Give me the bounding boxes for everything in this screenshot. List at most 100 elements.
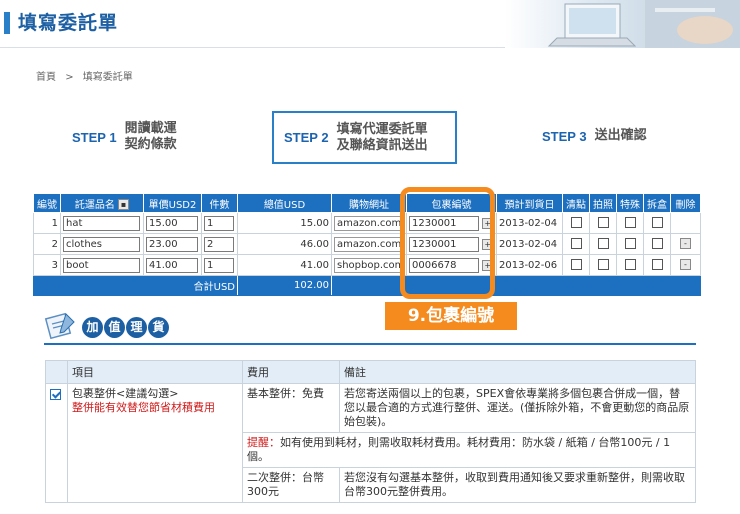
col-header-photo: 拍照	[589, 193, 617, 213]
package-number-highlight	[400, 187, 495, 299]
delete-cell: -	[670, 254, 701, 276]
col-header-unit-price: 單價USD2	[143, 193, 202, 213]
item-name-cell: boot	[60, 254, 144, 276]
services-header-fee: 費用	[242, 360, 340, 384]
value-added-services-table: 項目 費用 備註 包裹整併<建議勾選> 整併能有效替您節省材積費用 基本整併：免…	[45, 360, 696, 503]
unit-price-cell: 23.00	[143, 233, 202, 255]
table-header-row: 編號 託運品名 ▪ 單價USD2 件數 總值USD 購物網址 包裹編號 預計到貨…	[33, 193, 701, 213]
count-checkbox[interactable]	[570, 217, 582, 229]
page-title: 填寫委託單	[18, 12, 119, 34]
services-header-blank	[45, 360, 68, 384]
item-name-input[interactable]: boot	[63, 257, 140, 273]
photo-checkbox[interactable]	[597, 217, 609, 229]
quantity-input[interactable]: 2	[204, 236, 234, 252]
arrival-date-cell: 2013-02-04	[496, 212, 563, 234]
count-cell	[562, 233, 590, 255]
service-reminder: 提醒：如有使用到耗材，則需收取耗材費用。耗材費用：防水袋 / 紙箱 / 台幣10…	[242, 432, 696, 468]
service-item-note: 整併能有效替您節省材積費用	[72, 401, 215, 414]
col-header-item-name: 託運品名 ▪	[60, 193, 144, 213]
service-item-cell: 包裹整併<建議勾選> 整併能有效替您節省材積費用	[67, 383, 243, 503]
total-value-cell: 46.00	[237, 233, 332, 255]
photo-cell	[589, 212, 617, 234]
delete-row-icon[interactable]: -	[680, 238, 691, 250]
table-row: 2 clothes 23.00 2 46.00 amazon.com 12300…	[33, 233, 701, 255]
page-header: 填寫委託單	[0, 0, 740, 48]
count-checkbox[interactable]	[570, 259, 582, 271]
step-3-number: STEP 3	[542, 128, 587, 144]
quantity-input[interactable]: 1	[204, 215, 234, 231]
total-value-cell: 15.00	[237, 212, 332, 234]
value-added-title-char: 貨	[148, 317, 169, 338]
col-header-special: 特殊	[616, 193, 644, 213]
arrival-date-cell: 2013-02-04	[496, 233, 563, 255]
photo-checkbox[interactable]	[597, 259, 609, 271]
service-item-name: 包裹整併<建議勾選>	[72, 387, 179, 400]
total-label: 合計USD	[33, 275, 238, 296]
service-remark-second: 若您沒有勾選基本整併，收取到費用通知後又要求重新整併，則需收取台幣300元整併費…	[339, 467, 696, 503]
step-2-line1: 填寫代運委託單	[336, 121, 428, 137]
col-header-delete: 刪除	[670, 193, 701, 213]
special-checkbox[interactable]	[624, 238, 636, 250]
quantity-cell: 2	[201, 233, 238, 255]
step-3-line1: 送出確認	[594, 128, 647, 143]
shipment-items-table: 編號 託運品名 ▪ 單價USD2 件數 總值USD 購物網址 包裹編號 預計到貨…	[33, 193, 701, 296]
photo-checkbox[interactable]	[597, 238, 609, 250]
services-header-item: 項目	[67, 360, 243, 384]
unit-price-cell: 41.00	[143, 254, 202, 276]
consolidate-checkbox[interactable]	[50, 388, 61, 400]
unbox-checkbox[interactable]	[651, 238, 663, 250]
services-header-remark: 備註	[339, 360, 696, 384]
special-checkbox[interactable]	[624, 217, 636, 229]
add-item-icon[interactable]: ▪	[118, 199, 130, 210]
step-1: STEP 1 閱讀載運 契約條款	[72, 121, 177, 153]
service-row: 包裹整併<建議勾選> 整併能有效替您節省材積費用 基本整併：免費 若您寄送兩個以…	[45, 383, 696, 503]
col-header-unbox: 拆盒	[643, 193, 671, 213]
shop-url-input[interactable]: shopbop.com	[334, 257, 403, 273]
services-header-row: 項目 費用 備註	[45, 360, 696, 384]
unit-price-input[interactable]: 23.00	[146, 236, 198, 252]
row-number: 3	[33, 254, 61, 276]
shop-url-input[interactable]: amazon.com	[334, 215, 403, 231]
shop-url-cell: shopbop.com	[331, 254, 407, 276]
unbox-cell	[643, 212, 671, 234]
step-2-number: STEP 2	[284, 130, 329, 145]
special-checkbox[interactable]	[624, 259, 636, 271]
unit-price-input[interactable]: 41.00	[146, 257, 198, 273]
quantity-cell: 1	[201, 254, 238, 276]
unbox-checkbox[interactable]	[651, 217, 663, 229]
photo-cell	[589, 233, 617, 255]
item-name-cell: clothes	[60, 233, 144, 255]
shop-url-input[interactable]: amazon.com	[334, 236, 403, 252]
unit-price-input[interactable]: 15.00	[146, 215, 198, 231]
step-2-description: 填寫代運委託單 及聯絡資訊送出	[337, 122, 428, 154]
breadcrumb: 首頁 > 填寫委託單	[36, 68, 139, 83]
shop-url-cell: amazon.com	[331, 233, 407, 255]
item-name-cell: hat	[60, 212, 144, 234]
breadcrumb-home[interactable]: 首頁	[36, 72, 56, 83]
document-icon	[44, 310, 78, 343]
item-name-input[interactable]: hat	[63, 215, 140, 231]
row-number: 2	[33, 233, 61, 255]
service-checkbox-cell	[45, 383, 68, 503]
table-row: 1 hat 15.00 1 15.00 amazon.com 1230001 +…	[33, 212, 701, 234]
special-cell	[616, 254, 644, 276]
unit-price-cell: 15.00	[143, 212, 202, 234]
delete-row-icon[interactable]: -	[680, 259, 691, 271]
col-header-quantity: 件數	[201, 193, 238, 213]
unbox-checkbox[interactable]	[651, 259, 663, 271]
step-2-current: STEP 2 填寫代運委託單 及聯絡資訊送出	[272, 111, 457, 164]
arrival-date-cell: 2013-02-06	[496, 254, 563, 276]
breadcrumb-current: 填寫委託單	[82, 72, 133, 83]
breadcrumb-separator: >	[65, 72, 74, 83]
section-divider	[44, 343, 696, 345]
col-header-shop-url: 購物網址	[331, 193, 407, 213]
quantity-input[interactable]: 1	[204, 257, 234, 273]
count-checkbox[interactable]	[570, 238, 582, 250]
delete-cell: -	[670, 233, 701, 255]
item-name-input[interactable]: clothes	[63, 236, 140, 252]
table-total-row: 合計USD 102.00	[33, 275, 701, 296]
reminder-text: 如有使用到耗材，則需收取耗材費用。耗材費用：防水袋 / 紙箱 / 台幣100元 …	[247, 436, 671, 463]
unbox-cell	[643, 254, 671, 276]
step-3: STEP 3 送出確認	[542, 128, 647, 144]
delete-cell	[670, 212, 701, 234]
